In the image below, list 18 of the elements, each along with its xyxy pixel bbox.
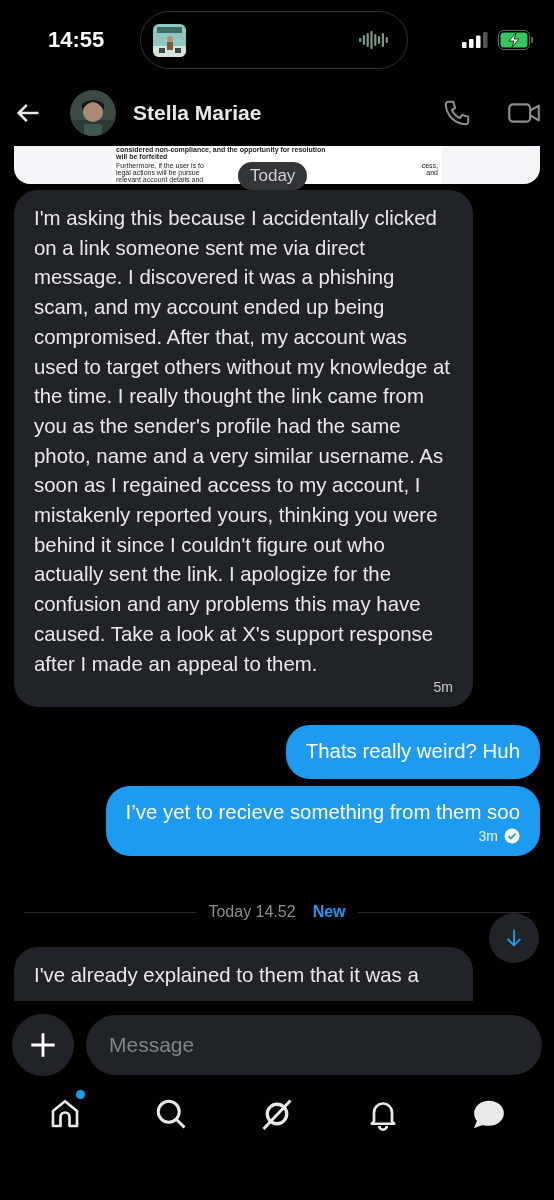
battery-charging-icon [498,30,534,50]
divider-timestamp: Today 14.52 [208,903,296,921]
message-time: 5m [433,679,453,696]
signal-icon [462,32,488,48]
contact-name: Stella Mariae [133,101,262,125]
message-text: Thats really weird? Huh [305,739,520,765]
plus-icon [29,1031,57,1059]
new-label: New [312,903,346,921]
message-input[interactable]: Message [86,1015,542,1075]
status-time: 14:55 [48,27,106,53]
waveform-icon [359,30,389,50]
phone-icon[interactable] [442,98,472,128]
message-text: I’ve yet to recieve something from them soo [125,799,520,825]
message-text: I've already explained to them that it was a [34,963,420,988]
date-label: Today [238,162,308,190]
message-text: I'm asking this because I accidentally clicked on a link someone sent me via direct message. I discovered it was a phishing scam, and my account ended up being compromised. After that, my account was used to target others without my knowledge at the time. I really thought the link came from you as the sender's profile had the same photo, name and a very similar username. As soon as I regained access to my account, I mistakenly reported yours, thinking you were behind it since I couldn't figure out who actually sent the link. I apologize for the confusion and any problems this may have caused. Take a look at X's support response after I made an appeal to them. [34,206,451,677]
message-time: 3m [478,827,498,844]
scroll-down-button[interactable] [489,913,539,963]
